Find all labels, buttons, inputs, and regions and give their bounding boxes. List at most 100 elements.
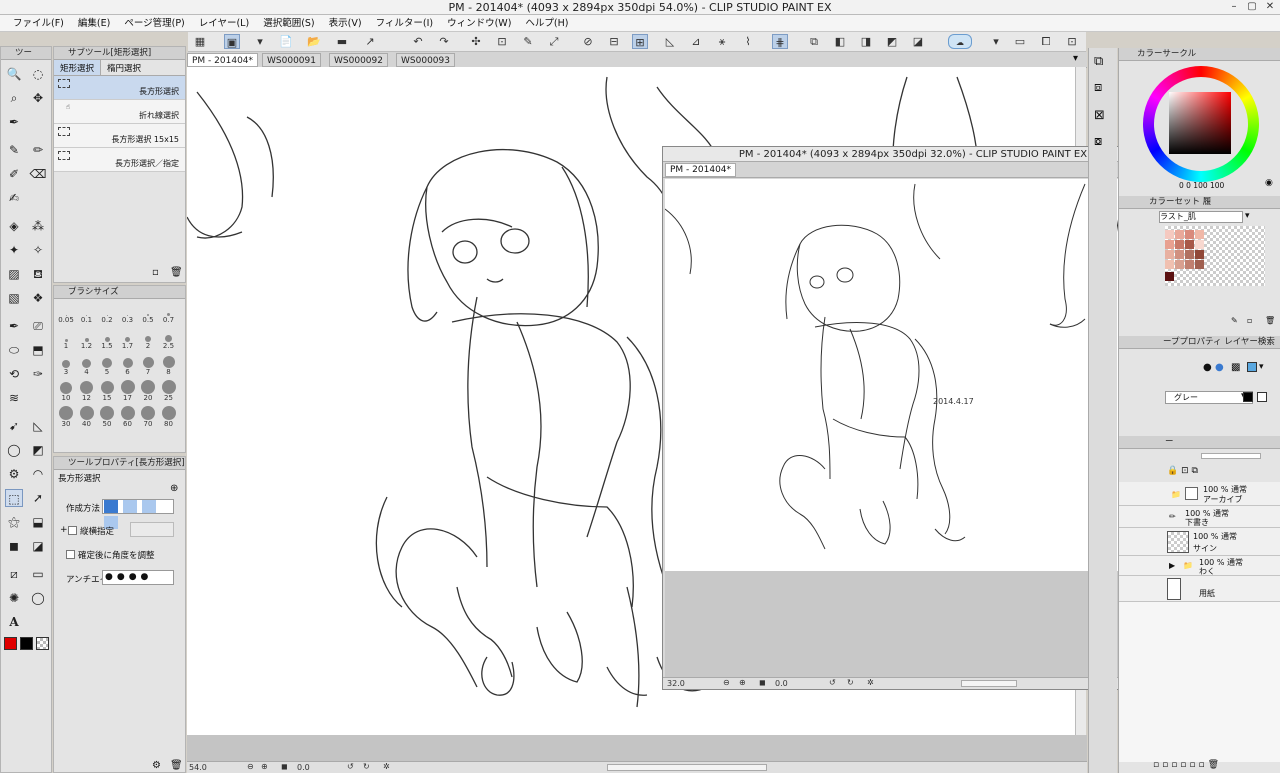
sub-rotate-right-icon[interactable]: ↻ <box>847 678 854 687</box>
color-swatch[interactable] <box>1185 230 1194 239</box>
brush-size-cell[interactable]: 0.2 <box>97 302 117 328</box>
menu-layer[interactable]: レイヤー(L) <box>192 15 256 31</box>
brush-size-cell[interactable]: 1.5 <box>97 328 117 354</box>
magic-wand-icon[interactable]: ⚝ <box>5 513 23 531</box>
edit-layer-icon[interactable]: ⧉ <box>806 34 822 49</box>
maximize-icon[interactable]: ▢ <box>1246 1 1258 13</box>
window-red-icon[interactable]: ⧠ <box>1038 34 1054 49</box>
rotate-left-icon[interactable]: ↺ <box>347 762 354 771</box>
color-set-tab[interactable]: カラーセット 履 <box>1119 196 1280 209</box>
zoom-in-icon[interactable]: ⊕ <box>261 762 268 771</box>
layer-blue-icon[interactable]: ◧ <box>832 34 848 49</box>
brush-size-cell[interactable]: 40 <box>77 406 97 432</box>
brush-size-cell[interactable]: 25 <box>159 380 179 406</box>
menu-edit[interactable]: 編集(E) <box>71 15 117 31</box>
menu-help[interactable]: ヘルプ(H) <box>518 15 575 31</box>
ellipse-tool-icon[interactable]: ◯ <box>5 441 23 459</box>
group-rect-select[interactable]: 矩形選択 <box>54 60 102 75</box>
color-swatch[interactable] <box>1165 230 1174 239</box>
layer-red2-icon[interactable]: ◩ <box>884 34 900 49</box>
new-file-icon[interactable]: 📄 <box>278 34 294 49</box>
main-canvas-hscroll[interactable] <box>607 764 767 771</box>
brush-size-cell[interactable]: 1.2 <box>77 328 97 354</box>
sub-view-icon[interactable]: ⧈ <box>1094 80 1102 95</box>
brush-size-cell[interactable]: 1.7 <box>118 328 138 354</box>
color-set-selector[interactable]: ラスト_肌 <box>1159 211 1243 223</box>
color-swatch[interactable] <box>1175 230 1184 239</box>
navigator-icon[interactable]: ⧉ <box>1094 54 1103 69</box>
color-swatch[interactable] <box>1175 240 1184 249</box>
color-saturation-square[interactable] <box>1169 92 1231 154</box>
smudge-icon[interactable]: ≋ <box>5 389 23 407</box>
speech-line-icon[interactable]: ⧄ <box>5 565 23 583</box>
angle-ruler-icon[interactable]: ⊿ <box>688 34 704 49</box>
ellipse-figure-icon[interactable]: ⬭ <box>5 341 23 359</box>
color-swatch[interactable] <box>1185 260 1194 269</box>
color-swatch[interactable] <box>1185 250 1194 259</box>
tab-doc-main[interactable]: PM - 201404* <box>187 53 259 67</box>
zoom-out-icon[interactable]: ⊖ <box>247 762 254 771</box>
brush-size-cell[interactable]: 2 <box>138 328 158 354</box>
reset-rotate-icon[interactable]: ✲ <box>383 762 390 771</box>
menu-page[interactable]: ページ管理(P) <box>117 15 191 31</box>
color-swatch[interactable] <box>1165 272 1174 281</box>
layer-color-dropdown-icon[interactable]: ▾ <box>1259 362 1264 372</box>
rotate-right-icon[interactable]: ↻ <box>363 762 370 771</box>
export-icon[interactable]: ↗ <box>362 34 378 49</box>
redo-icon[interactable]: ↷ <box>436 34 452 49</box>
layer-item[interactable]: ✏ 100 % 通常 下書き <box>1119 506 1280 528</box>
layer-red-icon[interactable]: ◨ <box>858 34 874 49</box>
open-file-icon[interactable]: 📂 <box>306 34 322 49</box>
sub-view-canvas[interactable]: 2014.4.17 <box>665 179 1155 571</box>
move-icon[interactable]: ✥ <box>29 89 47 107</box>
dropdown2-icon[interactable]: ▾ <box>988 34 1004 49</box>
correction-icon[interactable]: ⎚ <box>29 317 47 335</box>
color-swatch[interactable] <box>1165 240 1174 249</box>
ruler-tool-icon[interactable]: ◺ <box>29 417 47 435</box>
layer-item[interactable]: 100 % 通常 サイン <box>1119 528 1280 556</box>
brush-size-cell[interactable]: 60 <box>118 406 138 432</box>
tab-doc-ws92[interactable]: WS000092 <box>329 53 388 67</box>
expression-color-selector[interactable]: グレー <box>1165 391 1253 404</box>
edit-color-icon[interactable]: ✎ <box>1231 316 1238 325</box>
trash-icon[interactable]: 🗑 <box>170 760 183 771</box>
layer-bottom-icons[interactable]: ▫▫▫▫▫▫🗑 <box>1153 760 1222 770</box>
layer-item[interactable]: 用紙 <box>1119 576 1280 602</box>
marker-icon[interactable]: ✐ <box>5 165 23 183</box>
gradient-icon[interactable]: ▧ <box>5 289 23 307</box>
save-icon[interactable]: ▬ <box>334 34 350 49</box>
group-ellipse-select[interactable]: 楕円選択 <box>101 60 147 75</box>
sub-zoom-out-icon[interactable]: ⊖ <box>723 678 730 687</box>
grid-icon[interactable]: ▦ <box>192 34 208 49</box>
object-select-icon[interactable]: ➚ <box>29 489 47 507</box>
frame-border-icon[interactable]: ▭ <box>29 565 47 583</box>
fill-tool-icon[interactable]: ▨ <box>5 265 23 283</box>
brush-size-cell[interactable]: 12 <box>77 380 97 406</box>
sub-reset-icon[interactable]: ✲ <box>867 678 874 687</box>
sub-fit-icon[interactable]: ◼ <box>759 678 766 687</box>
decoration-icon[interactable]: ✦ <box>5 241 23 259</box>
tab-doc-ws93[interactable]: WS000093 <box>396 53 455 67</box>
select-pen-icon[interactable]: ⬓ <box>29 513 47 531</box>
rect-select-icon[interactable]: ⬚ <box>5 489 23 507</box>
new-sub-tool-icon[interactable]: ▫ <box>152 267 159 278</box>
menu-selection[interactable]: 選択範囲(S) <box>256 15 321 31</box>
undo-icon[interactable]: ↶ <box>410 34 426 49</box>
aspect-checkbox[interactable] <box>68 526 77 535</box>
rotate-icon[interactable]: ◌ <box>29 65 47 83</box>
brush-size-cell[interactable]: 4 <box>77 354 97 380</box>
brush-size-tab[interactable]: ブラシサイズ <box>54 286 185 299</box>
layer-red3-icon[interactable]: ◪ <box>910 34 926 49</box>
brush-size-cell[interactable]: 30 <box>56 406 76 432</box>
snap-icon[interactable]: ⌇ <box>740 34 756 49</box>
info-icon[interactable]: ⊠ <box>1094 108 1105 123</box>
perspective-icon[interactable]: ⚹ <box>714 34 730 49</box>
blend-icon[interactable]: ◈ <box>5 217 23 235</box>
text-icon[interactable]: A <box>5 613 23 631</box>
transparent-color-swatch[interactable] <box>36 637 49 650</box>
magnify-icon[interactable]: ⊕ <box>170 483 178 494</box>
fit-view-icon[interactable]: ◼ <box>281 762 288 771</box>
water-brush-icon[interactable]: ✧ <box>29 241 47 259</box>
sub-view-angle[interactable]: 0.0 <box>775 679 788 688</box>
color-swatch[interactable] <box>1175 250 1184 259</box>
